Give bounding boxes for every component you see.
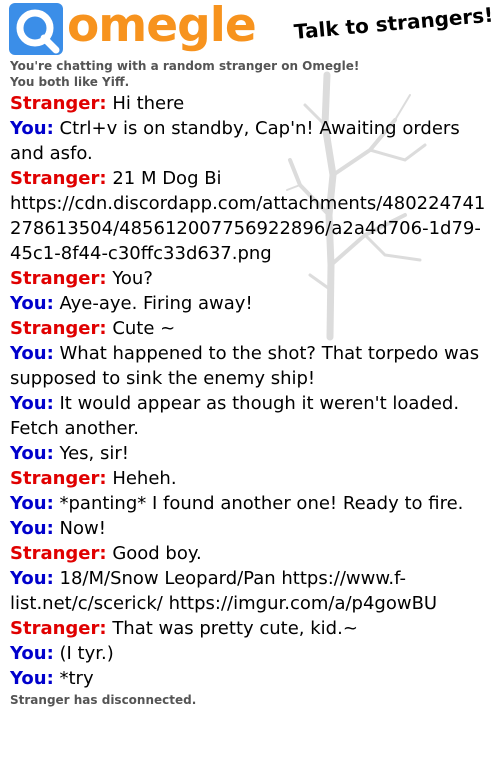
chat-message: You: It would appear as though it weren'…	[10, 391, 495, 441]
chat-message: You: Now!	[10, 516, 495, 541]
message-text: Good boy.	[112, 543, 202, 564]
you-label: You:	[10, 293, 54, 314]
chat-message: Stranger: Hi there	[10, 91, 495, 116]
stranger-label: Stranger:	[10, 268, 107, 289]
message-text: (I tyr.)	[59, 643, 114, 664]
chat-message: You: (I tyr.)	[10, 641, 495, 666]
chat-message: Stranger: Cute ~	[10, 316, 495, 341]
omegle-logo-text[interactable]: omegle	[67, 0, 257, 55]
you-label: You:	[10, 668, 54, 689]
you-label: You:	[10, 518, 54, 539]
stranger-label: Stranger:	[10, 318, 107, 339]
you-label: You:	[10, 343, 54, 364]
stranger-label: Stranger:	[10, 468, 107, 489]
message-text: Cute ~	[112, 318, 176, 339]
message-text: Yes, sir!	[59, 443, 130, 464]
stranger-label: Stranger:	[10, 168, 107, 189]
likes-notice: You both like Yiff.	[10, 75, 130, 89]
message-text: Aye-aye. Firing away!	[59, 293, 253, 314]
chat-message: Stranger: You?	[10, 266, 495, 291]
you-label: You:	[10, 568, 54, 589]
chat-message: Stranger: That was pretty cute, kid.~	[10, 616, 495, 641]
chat-message: Stranger: Heheh.	[10, 466, 495, 491]
you-label: You:	[10, 443, 54, 464]
chat-message: Stranger: Good boy.	[10, 541, 495, 566]
you-label: You:	[10, 643, 54, 664]
message-text: *panting* I found another one! Ready to …	[59, 493, 464, 514]
header: omegle Talk to strangers!	[0, 0, 500, 58]
chat-message: You: *panting* I found another one! Read…	[10, 491, 495, 516]
stranger-label: Stranger:	[10, 543, 107, 564]
chat-message: You: 18/M/Snow Leopard/Pan https://www.f…	[10, 566, 495, 616]
message-text: That was pretty cute, kid.~	[112, 618, 358, 639]
you-label: You:	[10, 118, 54, 139]
chat-message: You: *try	[10, 666, 495, 691]
message-text: What happened to the shot? That torpedo …	[10, 343, 480, 389]
message-text: Now!	[59, 518, 106, 539]
message-text: It would appear as though it weren't loa…	[10, 393, 460, 439]
message-text: You?	[112, 268, 153, 289]
message-text: *try	[59, 668, 94, 689]
chat-message: You: Yes, sir!	[10, 441, 495, 466]
message-text: 18/M/Snow Leopard/Pan https://www.f-list…	[10, 568, 438, 614]
message-text: Ctrl+v is on standby, Cap'n! Awaiting or…	[10, 118, 460, 164]
you-label: You:	[10, 393, 54, 414]
tagline: Talk to strangers!	[293, 2, 495, 44]
chat-message: You: What happened to the shot? That tor…	[10, 341, 495, 391]
chat-log: Stranger: Hi there You: Ctrl+v is on stan…	[10, 91, 495, 708]
chat-message: Stranger: 21 M Dog Bi https://cdn.discor…	[10, 166, 495, 266]
message-text: Heheh.	[112, 468, 177, 489]
you-label: You:	[10, 493, 54, 514]
stranger-label: Stranger:	[10, 93, 107, 114]
stranger-label: Stranger:	[10, 618, 107, 639]
message-text: Hi there	[112, 93, 185, 114]
omegle-logo-icon	[9, 3, 63, 55]
chat-message: You: Aye-aye. Firing away!	[10, 291, 495, 316]
chat-message: You: Ctrl+v is on standby, Cap'n! Awaiti…	[10, 116, 495, 166]
disconnected-notice: Stranger has disconnected.	[10, 693, 197, 707]
